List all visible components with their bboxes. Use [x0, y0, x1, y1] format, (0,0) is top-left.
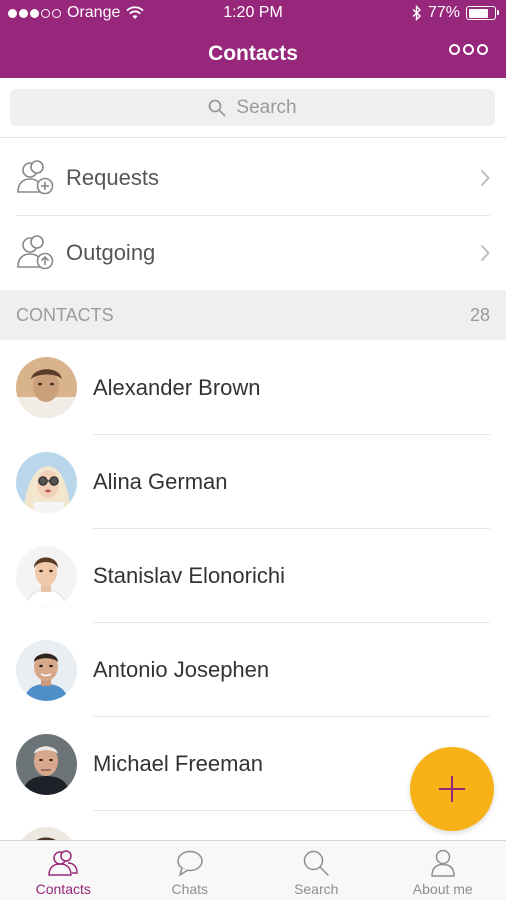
battery-fill [468, 8, 488, 18]
contact-row[interactable]: Antonio Josephen [0, 623, 506, 717]
status-right: 77% [412, 4, 499, 22]
search-input[interactable]: Search [10, 89, 495, 126]
outgoing-contact-icon [17, 235, 54, 270]
plus-icon [439, 776, 465, 802]
tab-label: Search [294, 881, 339, 897]
top-bar: Orange 1:20 PM 77% Contacts [0, 0, 506, 78]
chevron-right-icon [480, 169, 490, 187]
avatar [16, 639, 77, 701]
person-icon [430, 849, 455, 877]
outgoing-label: Outgoing [66, 240, 156, 265]
tab-label: Contacts [35, 881, 91, 897]
avatar [16, 451, 77, 513]
contacts-count: 28 [469, 304, 490, 325]
search-icon [304, 850, 329, 876]
tab-bar: Contacts Chats Search About me [0, 840, 506, 900]
more-circles-icon[interactable] [449, 44, 488, 55]
contacts-icon [48, 850, 79, 876]
tab-about-me[interactable]: About me [380, 841, 506, 900]
bluetooth-icon [412, 5, 421, 21]
add-contact-icon [17, 160, 54, 195]
requests-label: Requests [66, 165, 159, 190]
contact-row[interactable]: Alexander Brown [0, 340, 506, 435]
contacts-section-header: CONTACTS 28 [0, 290, 506, 340]
contact-name: Stanislav Elonorichi [93, 563, 285, 588]
tab-contacts[interactable]: Contacts [0, 841, 127, 900]
contact-row[interactable]: Stanislav Elonorichi [0, 529, 506, 623]
add-contact-button[interactable] [410, 747, 494, 831]
search-placeholder: Search [236, 96, 297, 118]
contact-name: Alina German [93, 469, 228, 494]
avatar [16, 545, 77, 607]
tab-chats[interactable]: Chats [127, 841, 254, 900]
tab-label: About me [412, 881, 473, 897]
chat-bubble-icon [177, 850, 203, 877]
avatar [16, 733, 77, 795]
contact-name: Michael Freeman [93, 751, 263, 776]
battery-icon [466, 6, 499, 20]
search-bar-container: Search [0, 78, 506, 138]
tab-label: Chats [171, 881, 209, 897]
chevron-right-icon [480, 244, 490, 262]
search-icon [208, 99, 226, 116]
avatar [16, 357, 77, 418]
outgoing-row[interactable]: Outgoing [0, 216, 506, 290]
status-bar: Orange 1:20 PM 77% [0, 0, 506, 28]
contact-row[interactable]: Alina German [0, 435, 506, 529]
battery-percent: 77% [427, 4, 460, 21]
requests-row[interactable]: Requests [0, 140, 506, 216]
avatar [16, 827, 77, 840]
contact-name: Antonio Josephen [93, 657, 270, 682]
page-title: Contacts [208, 42, 298, 65]
section-label: CONTACTS [16, 304, 114, 325]
contact-name: Alexander Brown [93, 374, 261, 400]
tab-search[interactable]: Search [253, 841, 380, 900]
